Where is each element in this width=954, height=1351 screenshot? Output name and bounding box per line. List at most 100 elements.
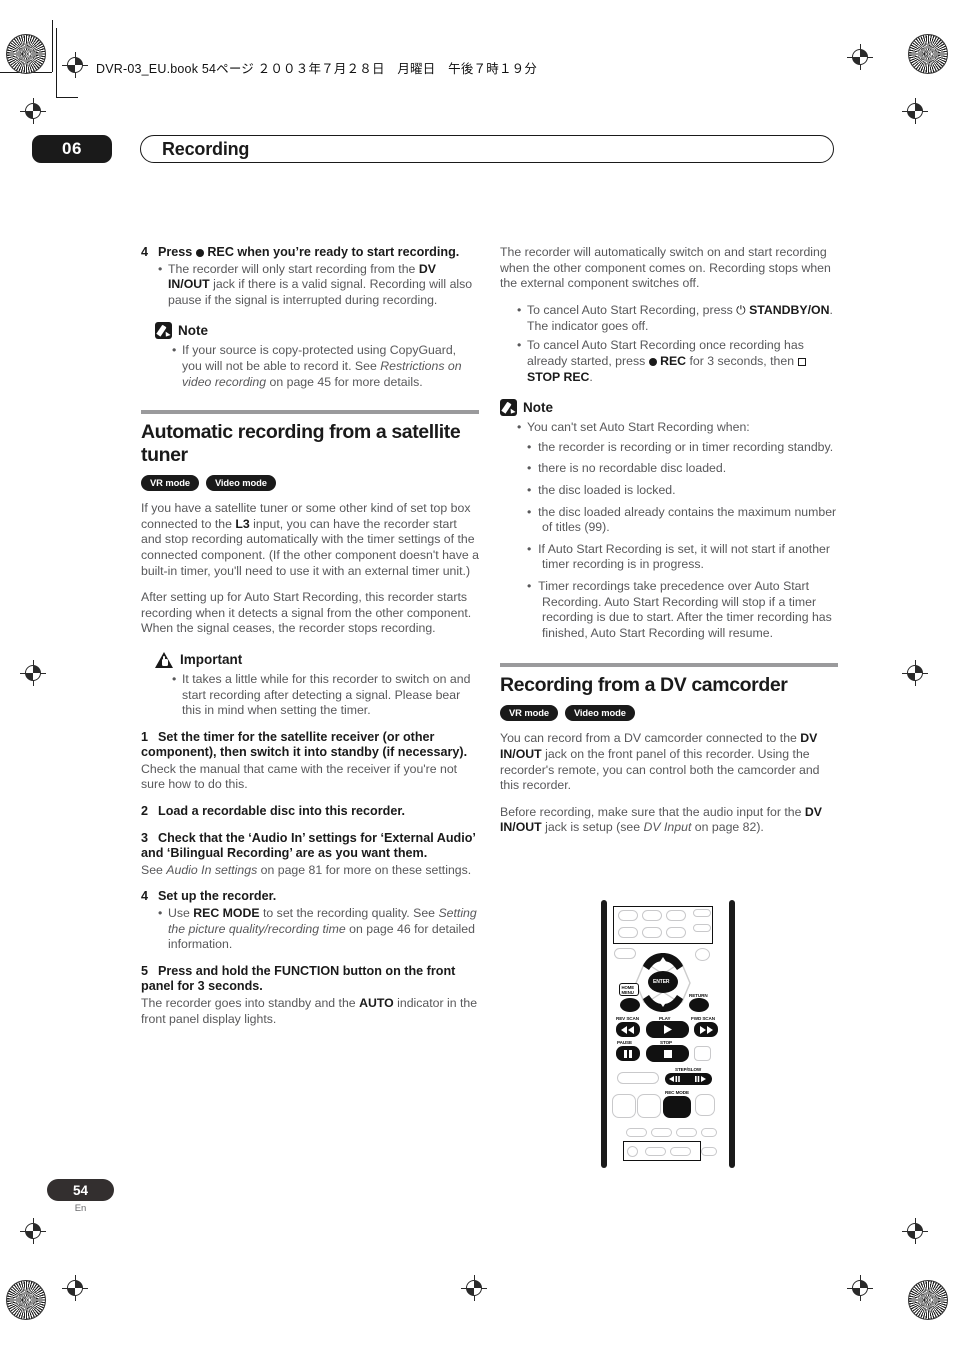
right-column: The recorder will automatically switch o…	[500, 245, 838, 847]
remote-control-illustration: ENTER HOME MENU RETURN REV SCAN PLAY FWD…	[601, 900, 735, 1168]
keypad-button[interactable]	[642, 927, 662, 938]
crop-rule-vertical	[56, 28, 57, 98]
bottom-button-7[interactable]	[670, 1147, 691, 1156]
home-menu-key[interactable]	[620, 998, 640, 1012]
keypad-button[interactable]	[618, 910, 638, 921]
return-button[interactable]	[689, 998, 709, 1012]
rev-scan-icon	[621, 1026, 634, 1034]
warning-triangle-icon	[155, 651, 174, 668]
page-title: Recording	[162, 139, 250, 159]
step-heading: 2 Load a recordable disc into this record…	[141, 804, 479, 820]
registration-target-left-upper	[20, 98, 46, 124]
list-item: To cancel Auto Start Recording once reco…	[517, 338, 838, 385]
keypad-side-button[interactable]	[693, 909, 711, 917]
badge-video-mode: Video mode	[205, 475, 276, 492]
function-button-right[interactable]	[695, 948, 710, 961]
left-column: 4 Press REC when you’re ready to start re…	[141, 245, 479, 1038]
note-callout-header: Note	[500, 399, 838, 417]
stop-icon	[664, 1050, 672, 1058]
remote-body-right-edge	[729, 900, 735, 1168]
section-paragraph: Before recording, make sure that the aud…	[500, 804, 822, 835]
step-title: Set up the recorder.	[158, 889, 277, 904]
section-satellite-tuner: Automatic recording from a satellite tun…	[141, 410, 479, 637]
rec-mode-button[interactable]	[663, 1096, 691, 1118]
bottom-button-5[interactable]	[627, 1146, 638, 1157]
bottom-button-6[interactable]	[645, 1147, 666, 1156]
registration-rosette-bottom-left	[6, 1280, 46, 1320]
important-callout-header: Important	[155, 651, 479, 668]
remote-body-left-edge	[601, 900, 607, 1168]
section-dv-camcorder: Recording from a DV camcorder VR mode Vi…	[500, 663, 838, 836]
lower-button-c[interactable]	[695, 1094, 715, 1116]
keypad-button[interactable]	[666, 927, 686, 938]
bottom-button-1[interactable]	[626, 1128, 647, 1137]
keypad-side-button[interactable]	[693, 924, 711, 932]
keypad-button[interactable]	[642, 910, 662, 921]
dpad-up-arrow-icon	[659, 957, 667, 963]
note-callout-body: If your source is copy-protected using C…	[155, 343, 479, 390]
step-number: 2	[141, 804, 149, 819]
note-label: Note	[178, 323, 208, 339]
wide-button-left[interactable]	[617, 1072, 659, 1084]
page-language-code: En	[74, 1203, 87, 1214]
list-item: If Auto Start Recording is set, it will …	[527, 542, 838, 573]
crop-rule-horizontal	[56, 97, 78, 98]
step-reverse-icon	[669, 1076, 680, 1082]
registration-target-right-lower	[902, 1218, 928, 1244]
registration-target-left-middle	[20, 660, 46, 686]
step-heading: 4 Set up the recorder.	[141, 889, 479, 905]
rec-mode-label: REC MODE	[665, 1090, 689, 1095]
dpad-down-arrow-icon	[659, 1001, 667, 1007]
section-heading: Automatic recording from a satellite tun…	[141, 421, 461, 467]
standby-power-icon: ⏻	[736, 303, 746, 318]
bottom-button-3[interactable]	[676, 1128, 697, 1137]
step-title: Load a recordable disc into this recorde…	[158, 804, 406, 819]
rec-dot-icon	[648, 357, 657, 366]
pause-label: PAUSE	[617, 1040, 632, 1045]
lower-button-b[interactable]	[637, 1094, 661, 1118]
bottom-button-4[interactable]	[701, 1128, 717, 1137]
badge-vr-mode: VR mode	[500, 705, 558, 722]
list-item: It takes a little while for this recorde…	[172, 672, 479, 719]
note-subbullets: the recorder is recording or in timer re…	[527, 440, 838, 642]
stop-square-icon	[797, 357, 806, 366]
cross-reference: DV Input	[643, 820, 692, 835]
step-body: The recorder goes into standby and the A…	[141, 996, 478, 1026]
bottom-button-8[interactable]	[701, 1147, 717, 1156]
section-paragraph: After setting up for Auto Start Recordin…	[141, 590, 472, 636]
keypad-button[interactable]	[618, 927, 638, 938]
note-pencil-icon	[155, 322, 172, 340]
unlabeled-button-right[interactable]	[694, 1046, 711, 1061]
registration-target-bottom-center	[461, 1275, 487, 1301]
step-slow-label: STEP/SLOW	[675, 1067, 702, 1072]
fwd-scan-icon	[700, 1026, 713, 1034]
mode-badges: VR mode Video mode	[500, 705, 838, 722]
note-pencil-icon	[500, 399, 517, 417]
registration-target-top-left	[62, 52, 88, 78]
registration-target-left-lower	[20, 1218, 46, 1244]
note-callout-body: You can't set Auto Start Recording when:…	[500, 420, 838, 641]
print-file-header: DVR-03_EU.book 54ページ ２００３年７月２８日 月曜日 午後７時…	[96, 62, 538, 76]
lower-button-a[interactable]	[612, 1094, 636, 1118]
list-item: the disc loaded already contains the max…	[527, 505, 838, 536]
step-number: 4	[141, 889, 149, 904]
cancel-instructions-list: To cancel Auto Start Recording, press ⏻ …	[500, 303, 838, 385]
keypad-button[interactable]	[666, 910, 686, 921]
pause-icon	[624, 1050, 632, 1058]
registration-target-top-right	[847, 44, 873, 70]
step4-bullets: The recorder will only start recording f…	[141, 262, 479, 309]
registration-target-right-upper	[902, 98, 928, 124]
step-heading: 1 Set the timer for the satellite receive…	[141, 730, 479, 761]
step-title: Press and hold the FUNCTION button on th…	[141, 963, 456, 994]
step-heading: 4 Press REC when you’re ready to start re…	[141, 245, 479, 261]
step-title: Check that the ‘Audio In’ settings for ‘…	[141, 830, 476, 861]
mode-badges: VR mode Video mode	[141, 475, 479, 492]
list-item: If your source is copy-protected using C…	[172, 343, 479, 390]
bottom-button-2[interactable]	[651, 1128, 672, 1137]
section-paragraph: You can record from a DV camcorder conne…	[500, 731, 820, 793]
rec-dot-icon	[195, 248, 204, 257]
list-item: there is no recordable disc loaded.	[527, 461, 838, 477]
step-body: Check the manual that came with the rece…	[141, 761, 458, 792]
badge-vr-mode: VR mode	[141, 475, 199, 492]
list-item: You can't set Auto Start Recording when:…	[517, 420, 838, 641]
